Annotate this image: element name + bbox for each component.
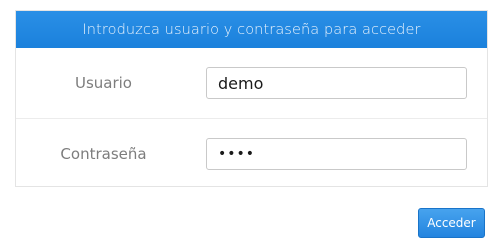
password-input[interactable]: [206, 138, 467, 170]
username-label: Usuario: [74, 74, 132, 92]
panel-header: Introduzca usuario y contraseña para acc…: [16, 11, 487, 48]
username-row: Usuario: [16, 48, 487, 119]
password-label: Contraseña: [60, 145, 147, 163]
login-button[interactable]: Acceder: [418, 208, 485, 238]
password-row: Contraseña: [16, 119, 487, 189]
login-panel: Introduzca usuario y contraseña para acc…: [15, 10, 488, 187]
username-input[interactable]: [206, 67, 467, 99]
